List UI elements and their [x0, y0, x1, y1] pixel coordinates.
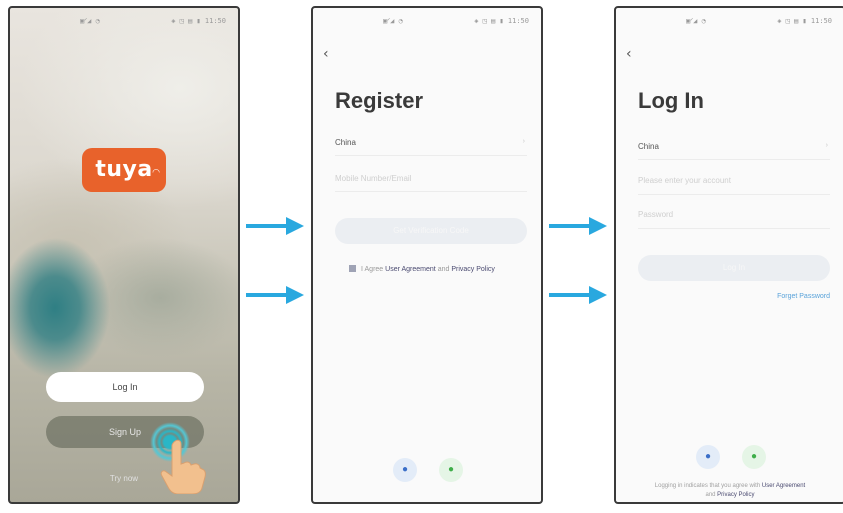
divider — [638, 159, 830, 160]
status-icons-left: ▣ᐟ◢ ◔ — [80, 17, 100, 25]
and-text: and — [705, 492, 716, 498]
status-icons-right: ◈ ◳ ▤ ▮ 11:50 — [171, 17, 226, 25]
agreement-row: I Agree User Agreement and Privacy Polic… — [349, 265, 495, 273]
country-select[interactable]: China — [335, 138, 356, 147]
wifi-icon: ◠ — [152, 168, 160, 178]
divider — [638, 228, 830, 229]
privacy-policy-link[interactable]: Privacy Policy — [451, 266, 495, 273]
forgot-password-link[interactable]: Forget Password — [777, 293, 830, 300]
page-title: Log In — [638, 88, 704, 113]
wechat-icon[interactable]: ● — [742, 445, 766, 469]
right-arrow-icon — [246, 286, 304, 304]
social-login-blue-icon[interactable]: ● — [393, 458, 417, 482]
account-input[interactable]: Mobile Number/Email — [335, 174, 411, 183]
user-agreement-link[interactable]: User Agreement — [385, 266, 436, 273]
chevron-right-icon: › — [825, 142, 828, 149]
login-agreement-text: Logging in indicates that you agree with… — [636, 482, 824, 500]
status-icons-right: ◈ ◳ ▤ ▮ 11:50 — [474, 17, 529, 25]
status-icons-left: ▣ᐟ◢ ◔ — [686, 17, 706, 25]
divider — [335, 191, 527, 192]
pointing-hand-icon — [160, 439, 206, 494]
privacy-policy-link[interactable]: Privacy Policy — [717, 492, 754, 498]
login-submit-button[interactable]: Log In — [638, 255, 830, 281]
status-bar: ▣ᐟ◢ ◔ ◈ ◳ ▤ ▮ 11:50 — [313, 8, 541, 34]
splash-screen: ▣ᐟ◢ ◔ ◈ ◳ ▤ ▮ 11:50 tuya ◠ Log In Sign U… — [8, 6, 240, 504]
try-now-link[interactable]: Try now — [10, 474, 238, 483]
account-input[interactable]: Please enter your account — [638, 176, 731, 185]
get-verification-code-button[interactable]: Get Verification Code — [335, 218, 527, 244]
divider — [638, 194, 830, 195]
chevron-right-icon: › — [522, 138, 525, 145]
footer-prefix: Logging in indicates that you agree with — [654, 483, 761, 489]
status-bar: ▣ᐟ◢ ◔ ◈ ◳ ▤ ▮ 11:50 — [10, 8, 238, 34]
user-agreement-link[interactable]: User Agreement — [762, 483, 805, 489]
status-bar: ▣ᐟ◢ ◔ ◈ ◳ ▤ ▮ 11:50 — [616, 8, 843, 34]
right-arrow-icon — [549, 286, 607, 304]
social-login-blue-icon[interactable]: ● — [696, 445, 720, 469]
page-title: Register — [335, 88, 424, 113]
agree-prefix: I Agree — [361, 266, 384, 273]
divider — [335, 155, 527, 156]
right-arrow-icon — [549, 217, 607, 235]
register-screen: ▣ᐟ◢ ◔ ◈ ◳ ▤ ▮ 11:50 ‹ Register China › M… — [311, 6, 543, 504]
back-icon[interactable]: ‹ — [626, 46, 632, 62]
password-input[interactable]: Password — [638, 210, 673, 219]
back-icon[interactable]: ‹ — [323, 46, 329, 62]
login-screen: ▣ᐟ◢ ◔ ◈ ◳ ▤ ▮ 11:50 ‹ Log In China › Ple… — [614, 6, 843, 504]
and-text: and — [437, 266, 450, 273]
country-select[interactable]: China — [638, 142, 659, 151]
wechat-icon[interactable]: ● — [439, 458, 463, 482]
tuya-logo-text: tuya — [95, 157, 153, 182]
login-button[interactable]: Log In — [46, 372, 204, 402]
right-arrow-icon — [246, 217, 304, 235]
tuya-logo: tuya ◠ — [82, 148, 166, 192]
agree-checkbox[interactable] — [349, 265, 356, 272]
status-icons-left: ▣ᐟ◢ ◔ — [383, 17, 403, 25]
status-icons-right: ◈ ◳ ▤ ▮ 11:50 — [777, 17, 832, 25]
